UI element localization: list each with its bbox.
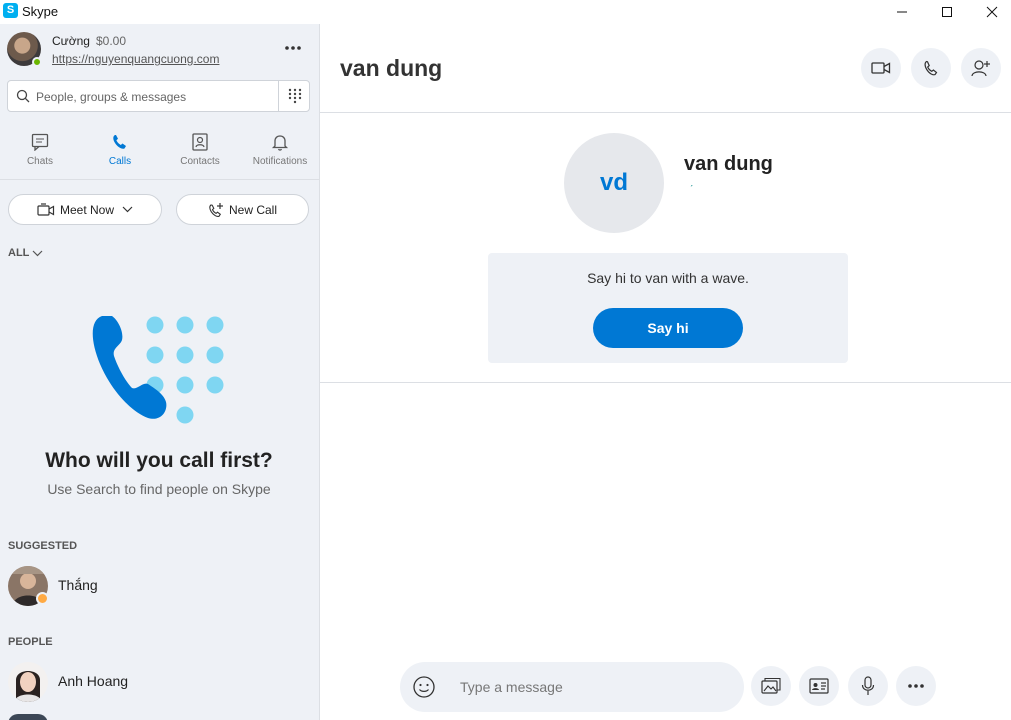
conversation-title[interactable]: van dung xyxy=(340,55,442,82)
chat-icon xyxy=(31,133,49,151)
maximize-button[interactable] xyxy=(924,0,970,24)
header-divider xyxy=(320,112,1011,113)
message-input[interactable] xyxy=(460,677,730,697)
minimize-icon xyxy=(897,11,907,13)
more-options-button[interactable] xyxy=(278,36,308,60)
share-media-button[interactable] xyxy=(751,666,791,706)
empty-state-title: Who will you call first? xyxy=(45,449,273,472)
new-call-label: New Call xyxy=(228,202,277,217)
record-audio-button[interactable] xyxy=(848,666,888,706)
online-status-indicator xyxy=(32,57,42,67)
tab-notifications[interactable]: Notifications xyxy=(240,130,319,180)
search-icon xyxy=(16,89,30,103)
phone-icon xyxy=(924,60,938,76)
meet-now-icon xyxy=(37,202,55,216)
window-title: Skype xyxy=(22,4,59,19)
meet-now-label: Meet Now xyxy=(59,202,115,217)
emoji-icon[interactable] xyxy=(412,675,436,699)
contacts-icon xyxy=(192,133,208,151)
video-call-icon xyxy=(871,62,891,74)
contact-avatar-partial xyxy=(8,714,48,720)
more-icon xyxy=(285,46,301,50)
wave-prompt: Say hi to van with a wave. xyxy=(587,270,749,286)
send-contact-button[interactable] xyxy=(799,666,839,706)
maximize-icon xyxy=(942,7,952,17)
microphone-icon xyxy=(861,676,875,695)
nav-divider xyxy=(0,179,319,180)
sidebar: Cường $0.00 https://nguyenquangcuong.com… xyxy=(0,24,320,720)
new-call-icon xyxy=(209,202,223,217)
search-input[interactable] xyxy=(36,87,276,107)
tab-contacts-label: Contacts xyxy=(180,156,220,167)
phone-icon xyxy=(113,135,126,149)
search-divider xyxy=(278,81,279,111)
filter-dropdown[interactable]: ALL xyxy=(8,247,43,259)
content-divider xyxy=(320,382,1011,383)
image-icon xyxy=(761,677,781,694)
more-icon xyxy=(908,684,924,688)
new-call-button[interactable]: New Call xyxy=(176,194,309,225)
title-bar: S Skype xyxy=(0,0,1011,24)
meet-now-button[interactable]: Meet Now xyxy=(8,194,162,225)
chevron-down-icon xyxy=(122,206,133,213)
people-contact-row[interactable]: Anh Hoang xyxy=(0,660,318,704)
tab-chats[interactable]: Chats xyxy=(0,130,80,180)
audio-call-button[interactable] xyxy=(911,48,951,88)
dialpad-icon xyxy=(288,88,302,104)
contact-card-icon xyxy=(809,678,829,694)
profile-name[interactable]: Cường xyxy=(52,34,90,48)
call-illustration-icon xyxy=(92,316,224,424)
say-hi-button[interactable]: Say hi xyxy=(593,308,743,348)
suggested-section-label: SUGGESTED xyxy=(8,540,78,552)
bell-icon xyxy=(271,135,289,151)
conversation-pane: van dung vd van dung ˊ Say hi to van wit… xyxy=(320,24,1011,720)
away-status-indicator xyxy=(36,592,49,605)
skype-logo-icon: S xyxy=(3,3,18,18)
dialpad-button[interactable] xyxy=(280,81,310,111)
empty-state-subtitle: Use Search to find people on Skype xyxy=(47,481,271,497)
suggested-contact-row[interactable]: Thắng xyxy=(0,564,318,608)
profile-link[interactable]: https://nguyenquangcuong.com xyxy=(52,52,219,66)
search-box[interactable] xyxy=(7,80,310,112)
add-person-icon xyxy=(971,60,990,77)
video-call-button[interactable] xyxy=(861,48,901,88)
minimize-button[interactable] xyxy=(879,0,925,24)
close-button[interactable] xyxy=(969,0,1011,24)
wave-card: Say hi to van with a wave. Say hi xyxy=(488,253,848,363)
close-icon xyxy=(986,6,998,18)
nav-tabs: Chats Calls Contacts Notifications xyxy=(0,130,319,180)
contact-avatar-large[interactable]: vd xyxy=(564,133,664,233)
more-actions-button[interactable] xyxy=(896,666,936,706)
tab-chats-label: Chats xyxy=(26,156,54,167)
tab-notifications-label: Notifications xyxy=(252,156,308,167)
mood-message: ˊ xyxy=(689,184,693,196)
profile-credit[interactable]: $0.00 xyxy=(96,34,126,48)
tab-calls[interactable]: Calls xyxy=(80,130,160,180)
message-composer[interactable] xyxy=(400,662,744,712)
tab-contacts[interactable]: Contacts xyxy=(160,130,240,180)
tab-calls-label: Calls xyxy=(108,156,132,167)
contact-profile-name[interactable]: van dung xyxy=(684,153,773,176)
add-people-button[interactable] xyxy=(961,48,1001,88)
people-section-label: PEOPLE xyxy=(8,636,53,648)
chevron-down-icon xyxy=(32,250,43,256)
contact-name: Thắng xyxy=(58,577,98,593)
contact-avatar xyxy=(8,662,48,702)
filter-label: ALL xyxy=(8,247,30,259)
contact-name: Anh Hoang xyxy=(58,673,129,689)
